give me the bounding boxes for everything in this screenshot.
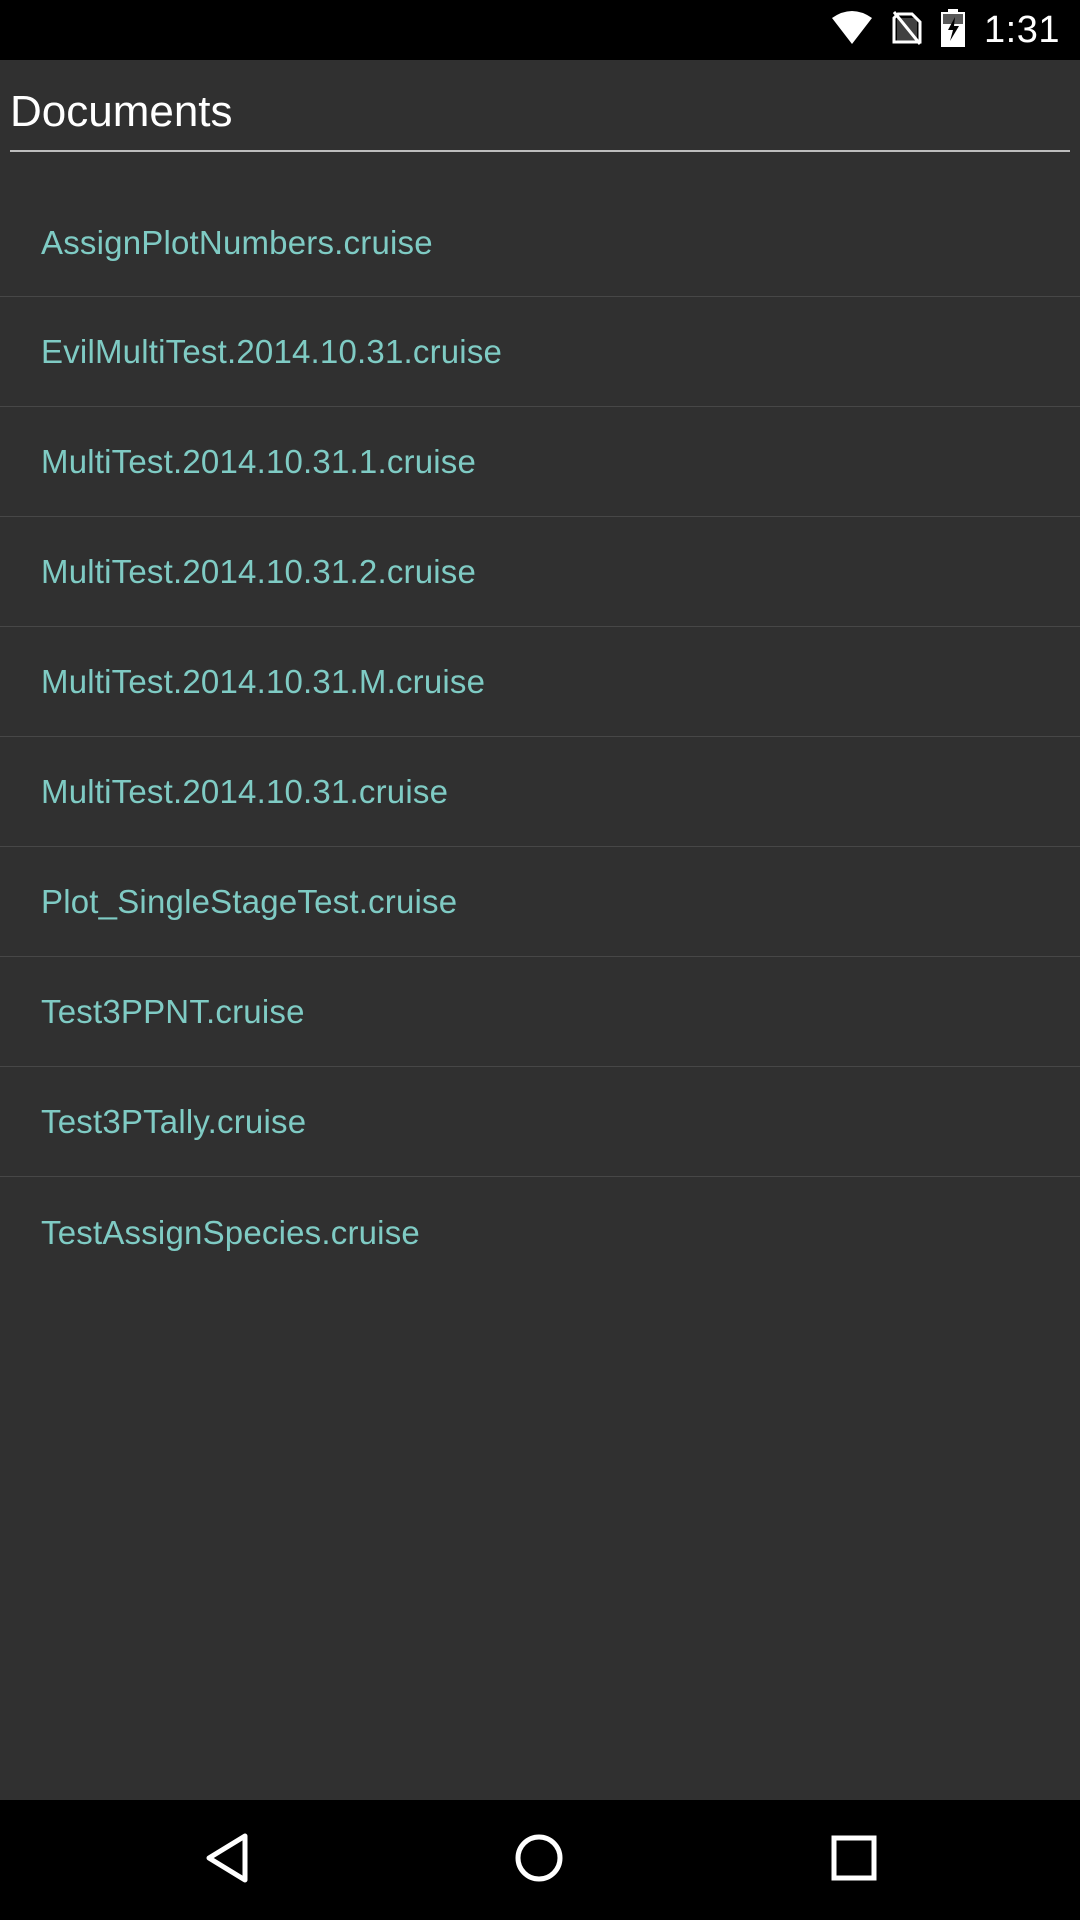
status-time: 1:31 [984, 8, 1060, 51]
document-name: MultiTest.2014.10.31.1.cruise [41, 443, 477, 480]
document-name: TestAssignSpecies.cruise [41, 1213, 420, 1251]
list-item[interactable]: EvilMultiTest.2014.10.31.cruise [0, 297, 1080, 407]
document-name: Test3PTally.cruise [41, 1103, 307, 1140]
list-item[interactable]: AssignPlotNumbers.cruise [0, 188, 1080, 297]
list-item[interactable]: Test3PTally.cruise [0, 1067, 1080, 1177]
screen: 1:31 Documents AssignPlotNumbers.cruise … [0, 0, 1080, 1920]
document-name: EvilMultiTest.2014.10.31.cruise [41, 333, 503, 370]
document-name: MultiTest.2014.10.31.M.cruise [41, 663, 486, 700]
wifi-icon [830, 10, 874, 50]
page-title: Documents [10, 87, 233, 136]
status-bar: 1:31 [0, 0, 1080, 60]
home-button[interactable] [469, 1800, 609, 1920]
document-list: AssignPlotNumbers.cruise EvilMultiTest.2… [0, 188, 1080, 1287]
navigation-bar [0, 1800, 1080, 1920]
list-item[interactable]: MultiTest.2014.10.31.1.cruise [0, 407, 1080, 517]
recents-button[interactable] [784, 1800, 924, 1920]
document-name: Plot_SingleStageTest.cruise [41, 883, 458, 920]
status-icons: 1:31 [830, 0, 1060, 60]
document-name: Test3PPNT.cruise [41, 993, 305, 1030]
list-item[interactable]: MultiTest.2014.10.31.M.cruise [0, 627, 1080, 737]
page-header: Documents [0, 60, 1080, 152]
back-button[interactable] [157, 1800, 297, 1920]
list-item[interactable]: TestAssignSpecies.cruise [0, 1177, 1080, 1287]
battery-charging-icon [940, 8, 966, 52]
list-item[interactable]: Test3PPNT.cruise [0, 957, 1080, 1067]
no-sim-icon [892, 10, 922, 50]
list-item[interactable]: Plot_SingleStageTest.cruise [0, 847, 1080, 957]
recents-icon [828, 1832, 880, 1888]
back-icon [201, 1830, 253, 1890]
document-name: AssignPlotNumbers.cruise [41, 223, 433, 261]
header-divider [10, 150, 1070, 152]
home-icon [511, 1830, 567, 1890]
document-name: MultiTest.2014.10.31.cruise [41, 773, 449, 810]
list-item[interactable]: MultiTest.2014.10.31.cruise [0, 737, 1080, 847]
document-name: MultiTest.2014.10.31.2.cruise [41, 553, 477, 590]
list-item[interactable]: MultiTest.2014.10.31.2.cruise [0, 517, 1080, 627]
